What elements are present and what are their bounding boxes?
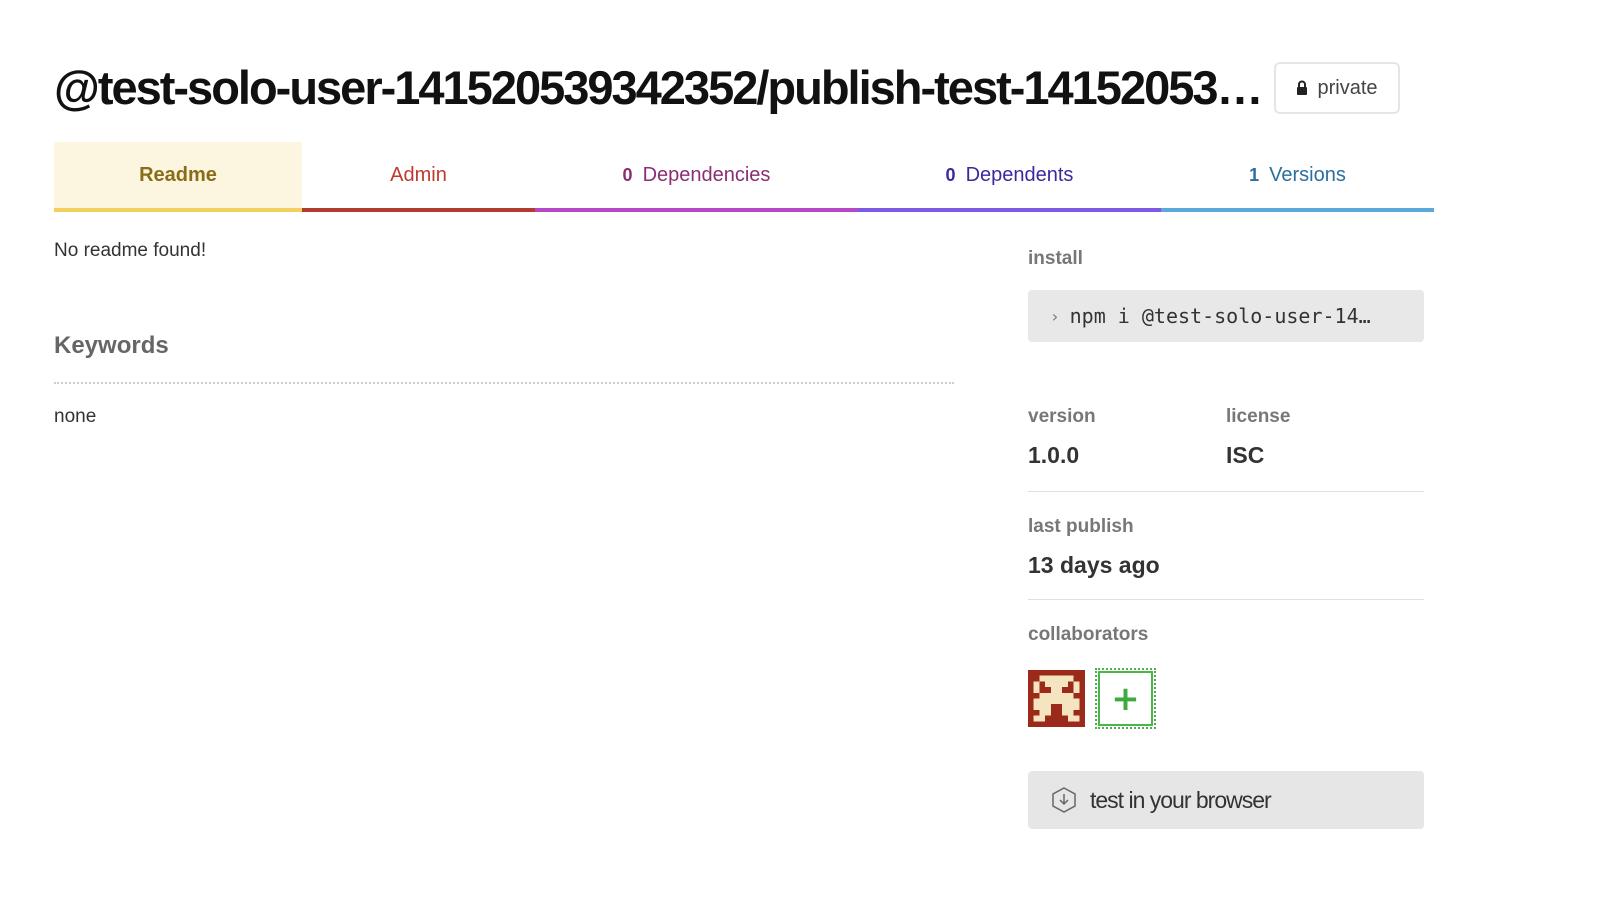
tab-readme[interactable]: Readme: [54, 142, 302, 212]
collaborators-list: +: [1028, 668, 1424, 729]
license-value: ISC: [1226, 442, 1265, 468]
avatar[interactable]: [1028, 670, 1085, 727]
tab-dependents[interactable]: 0 Dependents: [858, 142, 1161, 212]
collaborators-label: collaborators: [1028, 624, 1149, 645]
version-label: version: [1028, 406, 1096, 427]
package-tabs: Readme Admin 0 Dependencies 0 Dependents…: [54, 142, 1434, 212]
add-collaborator-icon: +: [1098, 671, 1153, 726]
private-label: private: [1317, 76, 1378, 99]
add-collaborator-button[interactable]: +: [1095, 668, 1156, 729]
versions-count: 1: [1249, 164, 1260, 185]
version-block: version 1.0.0: [1028, 406, 1226, 469]
keywords-value: none: [54, 406, 97, 427]
collaborators-block: collaborators +: [1028, 624, 1424, 729]
test-in-browser-label: test in your browser: [1090, 786, 1272, 813]
lock-icon: [1296, 80, 1307, 95]
readme-section: No readme found! Keywords none: [54, 240, 954, 428]
readme-message: No readme found!: [54, 240, 207, 261]
tab-admin-label: Admin: [390, 163, 447, 186]
package-page: @test-solo-user-141520539342352/publish-…: [54, 0, 1434, 906]
version-license-row: version 1.0.0 license ISC: [1028, 406, 1424, 492]
license-label: license: [1226, 406, 1291, 427]
tab-admin[interactable]: Admin: [302, 142, 535, 212]
install-section: install › npm i @test-solo-user-14…: [1028, 248, 1424, 342]
prompt-icon: ›: [1050, 306, 1060, 326]
install-command[interactable]: npm i @test-solo-user-14…: [1070, 304, 1371, 328]
tab-readme-label: Readme: [139, 163, 217, 186]
install-command-box[interactable]: › npm i @test-solo-user-14…: [1028, 290, 1424, 342]
last-publish-value: 13 days ago: [1028, 552, 1160, 578]
tab-dependencies[interactable]: 0 Dependencies: [535, 142, 858, 212]
tab-dependencies-label: Dependencies: [642, 163, 771, 186]
dependencies-count: 0: [622, 164, 633, 185]
keywords-heading: Keywords: [54, 332, 954, 384]
package-sidebar: install › npm i @test-solo-user-14… vers…: [1028, 248, 1424, 829]
private-badge: private: [1273, 62, 1400, 114]
install-label: install: [1028, 248, 1083, 269]
tab-versions[interactable]: 1 Versions: [1161, 142, 1434, 212]
dependents-count: 0: [945, 164, 956, 185]
last-publish-label: last publish: [1028, 516, 1134, 537]
tab-versions-label: Versions: [1269, 163, 1346, 186]
license-block: license ISC: [1226, 406, 1424, 469]
package-header: @test-solo-user-141520539342352/publish-…: [54, 58, 1434, 118]
tab-dependents-label: Dependents: [965, 163, 1074, 186]
test-in-browser-button[interactable]: test in your browser: [1028, 771, 1424, 829]
version-value: 1.0.0: [1028, 442, 1080, 468]
package-title: @test-solo-user-141520539342352/publish-…: [54, 61, 1262, 114]
download-hex-icon: [1052, 787, 1076, 813]
last-publish-block: last publish 13 days ago: [1028, 516, 1424, 600]
